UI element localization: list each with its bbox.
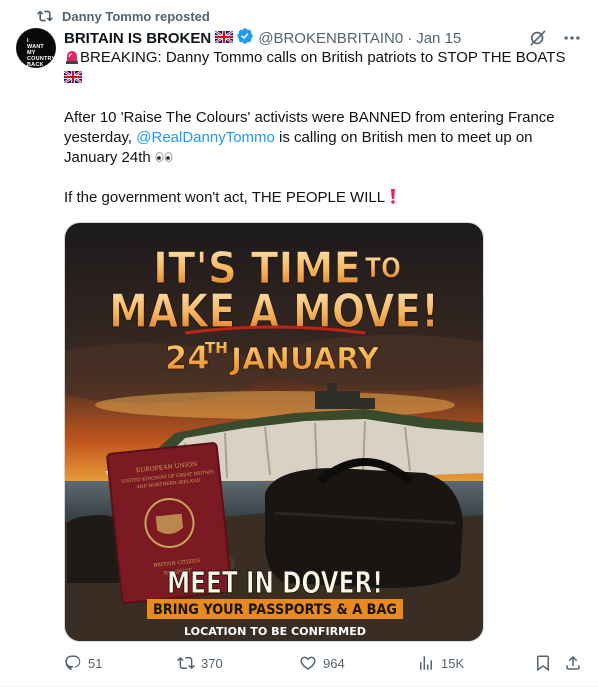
media-date-number: 24 [165, 339, 210, 377]
bookmark-icon [537, 655, 549, 672]
mention-link[interactable]: @RealDannyTommo [136, 129, 275, 146]
uk-flag-icon [214, 29, 234, 47]
separator-dot: · [407, 29, 413, 47]
tweet-line-1: BREAKING: Danny Tommo calls on British p… [63, 48, 584, 88]
eyes-icon [155, 149, 173, 166]
media-date-suffix: TH [205, 339, 228, 357]
analytics-icon [420, 656, 432, 670]
media-meet-text: MEET IN DOVER! [167, 566, 383, 601]
tweet-breaking-text: BREAKING: Danny Tommo calls on British p… [80, 49, 566, 66]
tweet-header: BRITAIN IS BROKEN @BROKENBRITAIN0 · Jan … [64, 28, 582, 48]
repost-button[interactable]: 370 [177, 652, 223, 674]
media-location-text: LOCATION TO BE CONFIRMED [184, 625, 366, 638]
avatar[interactable]: I WANT MY COUNTRY BACK [16, 28, 56, 68]
reply-icon [65, 655, 81, 671]
views-count: 15K [441, 655, 465, 671]
reply-button[interactable]: 51 [64, 652, 102, 674]
verified-badge-icon[interactable] [236, 27, 254, 49]
repost-icon [37, 10, 53, 22]
author-name[interactable]: BRITAIN IS BROKEN [64, 30, 211, 47]
like-button[interactable]: 964 [299, 652, 345, 674]
views-button[interactable]: 15K [417, 652, 464, 674]
tweet-media-image[interactable]: EUROPEAN UNION UNITED KINGDOM OF GREAT B… [64, 222, 484, 642]
tweet-date[interactable]: Jan 15 [416, 30, 461, 47]
share-button[interactable] [564, 652, 582, 674]
reply-count: 51 [88, 655, 103, 671]
repost-context[interactable]: Danny Tommo reposted [37, 6, 210, 26]
repost-label: Danny Tommo reposted [62, 8, 210, 24]
tweet-paragraph-3: If the government won't act, THE PEOPLE … [64, 188, 584, 208]
share-icon [566, 655, 580, 670]
siren-icon [64, 49, 80, 66]
media-headline-2: MAKE A MOVE! [109, 284, 439, 338]
avatar-text-5: BACK [27, 62, 44, 68]
media-bring-text: BRING YOUR PASSPORTS & A BAG [153, 602, 397, 618]
tweet-actions: 51 370 964 15K [64, 652, 584, 674]
author-handle[interactable]: @BROKENBRITAIN0 [258, 30, 403, 47]
repost-icon [177, 656, 195, 670]
tweet-text: BREAKING: Danny Tommo calls on British p… [63, 48, 584, 208]
header-actions [528, 28, 582, 48]
like-count: 964 [323, 655, 345, 671]
tweet-paragraph-2: After 10 'Raise The Colours' activists w… [64, 108, 584, 168]
tweet-text-3: If the government won't act, THE PEOPLE … [64, 189, 385, 206]
grok-icon[interactable] [528, 28, 548, 48]
bookmark-button[interactable] [534, 652, 552, 674]
uk-flag-icon [63, 69, 83, 86]
media-date-month: JANUARY [229, 342, 380, 377]
tweet[interactable]: Danny Tommo reposted I WANT MY COUNTRY B… [0, 0, 598, 687]
media-headline-1b: TO [365, 251, 401, 284]
heart-icon [300, 656, 316, 670]
more-icon[interactable] [562, 28, 582, 48]
repost-count: 370 [201, 655, 223, 671]
exclamation-icon [389, 189, 397, 206]
